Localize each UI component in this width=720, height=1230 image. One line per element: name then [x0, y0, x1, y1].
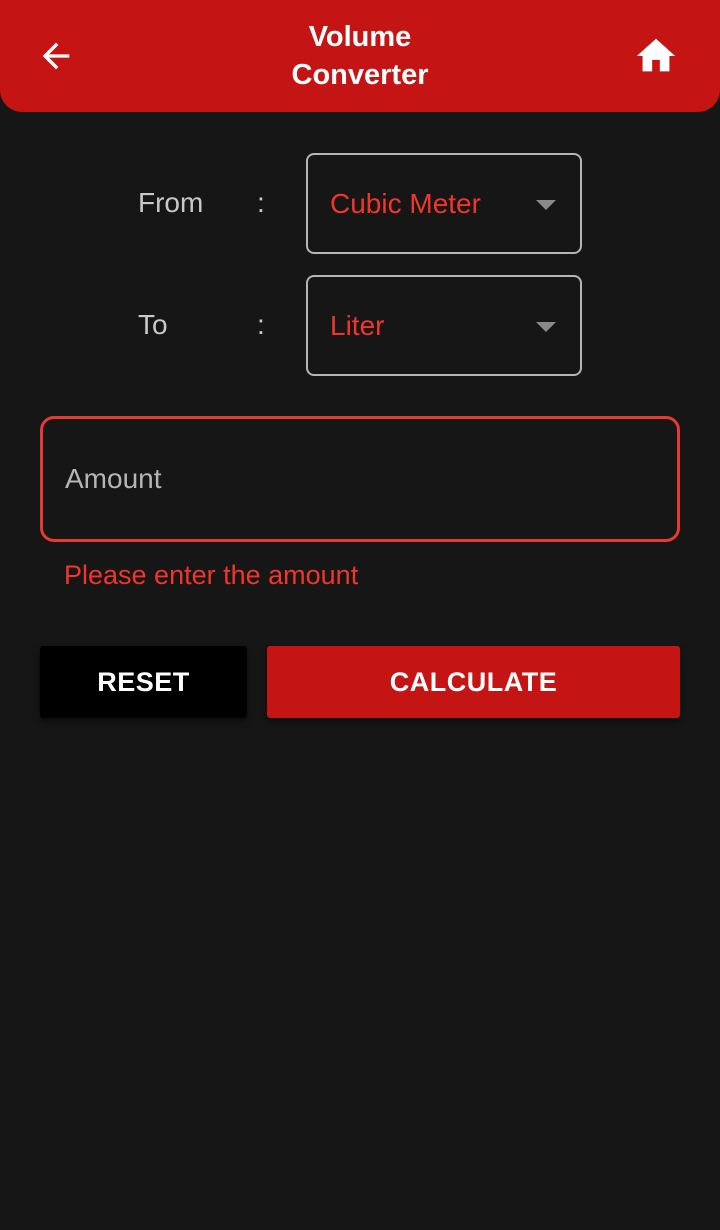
amount-error-message: Please enter the amount [64, 560, 359, 590]
app-bar: Volume Converter [0, 0, 720, 112]
amount-input[interactable]: Amount [40, 416, 680, 542]
calculate-button[interactable]: CALCULATE [267, 646, 680, 718]
from-unit-dropdown[interactable]: Cubic Meter [306, 153, 582, 254]
amount-placeholder: Amount [65, 463, 162, 494]
page-title-line1: Volume [308, 21, 412, 53]
to-unit-dropdown[interactable]: Liter [306, 275, 582, 376]
chevron-down-icon [536, 322, 556, 332]
reset-button[interactable]: RESET [40, 646, 247, 718]
from-separator: : [257, 187, 265, 218]
from-label: From [138, 187, 204, 218]
page-title-line2: Converter [291, 59, 429, 91]
chevron-down-icon [536, 200, 556, 210]
to-separator: : [257, 309, 265, 340]
to-unit-value: Liter [330, 310, 385, 341]
to-label: To [138, 309, 168, 340]
arrow-left-icon [42, 42, 70, 70]
from-unit-value: Cubic Meter [330, 188, 481, 219]
page-title: Volume Converter [200, 18, 520, 94]
home-button[interactable] [630, 30, 682, 82]
back-button[interactable] [30, 30, 82, 82]
home-icon [636, 38, 676, 72]
